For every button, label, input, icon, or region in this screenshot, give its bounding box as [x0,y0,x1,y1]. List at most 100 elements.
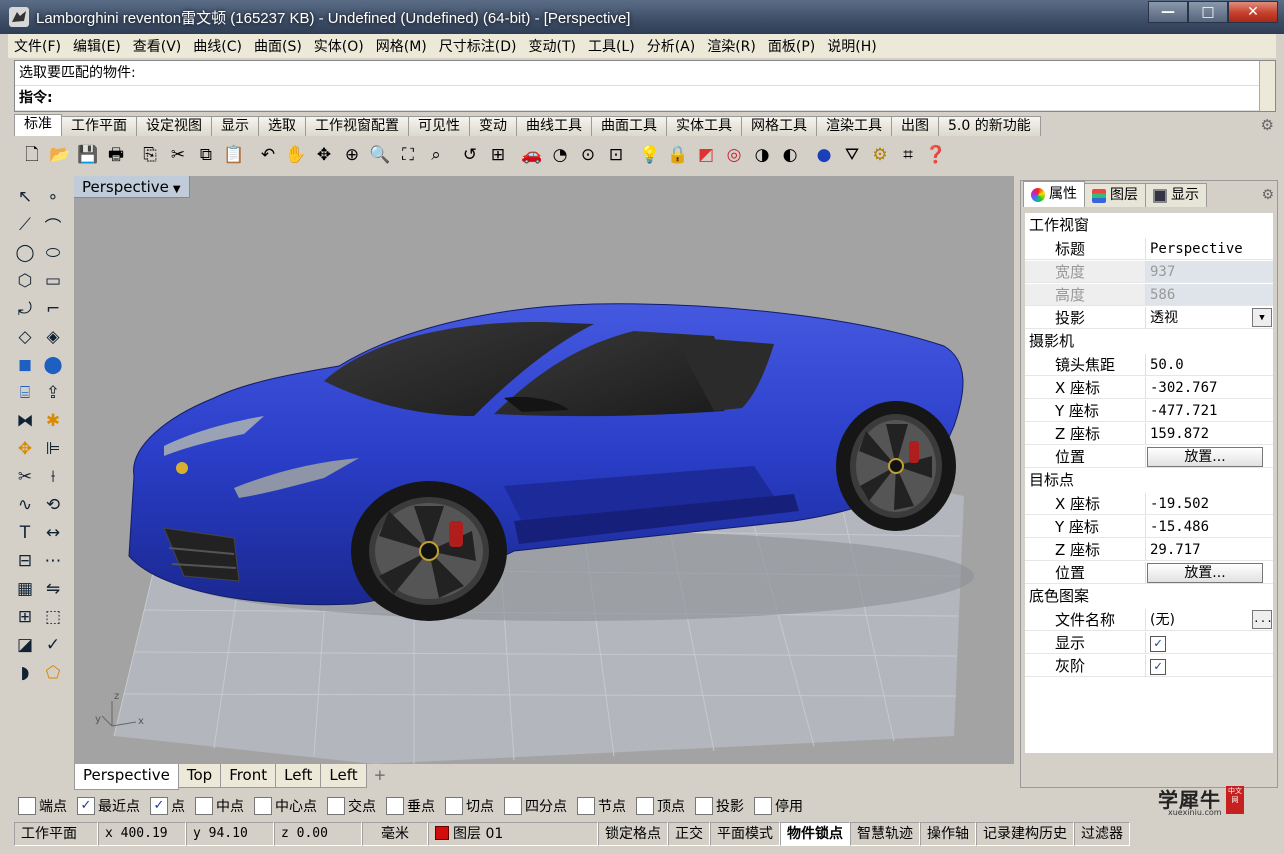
undo-view-icon[interactable]: ↺ [456,141,484,169]
status-toggle-1[interactable]: 正交 [668,822,710,846]
rebuild-icon[interactable]: ⟲ [40,492,66,518]
menu-item-2[interactable]: 查看(V) [127,36,188,56]
tab-layers[interactable]: 图层 [1084,183,1146,207]
prop-camera-y[interactable]: Y 座标 -477.721 [1025,399,1273,422]
menu-item-11[interactable]: 渲染(R) [701,36,762,56]
matrix-icon[interactable]: ⊞ [12,604,38,630]
extrude-icon[interactable]: ⇪ [40,380,66,406]
group-icon[interactable]: ⊟ [12,548,38,574]
status-toggle-6[interactable]: 记录建构历史 [976,822,1074,846]
prop-camera-x[interactable]: X 座标 -302.767 [1025,376,1273,399]
osnap-10[interactable]: 顶点 [632,796,685,816]
menu-item-13[interactable]: 说明(H) [821,36,882,56]
osnap-7[interactable]: 切点 [441,796,494,816]
new-icon[interactable]: 🗋 [18,141,46,169]
status-layer[interactable]: 图层 01 [428,822,598,846]
menu-item-4[interactable]: 曲面(S) [248,36,308,56]
maximize-button[interactable]: □ [1188,1,1228,23]
osnap-4[interactable]: 中心点 [250,796,317,816]
osnap-checkbox-11[interactable] [695,797,713,815]
boolean-icon[interactable]: ⧓ [12,408,38,434]
sphere-icon[interactable]: ● [810,141,838,169]
toolbar-tab-9[interactable]: 曲面工具 [591,116,667,136]
panel-options-gear-icon[interactable]: ⚙ [1261,187,1274,203]
osnap-6[interactable]: 垂点 [382,796,435,816]
prop-title-value[interactable]: Perspective [1146,238,1273,260]
pan-icon[interactable]: ✋ [282,141,310,169]
polygon-icon[interactable]: ⬡ [12,268,38,294]
status-toggle-0[interactable]: 锁定格点 [598,822,668,846]
cut-icon[interactable]: ✂ [164,141,192,169]
toolbar-tab-12[interactable]: 渲染工具 [816,116,892,136]
osnap-5[interactable]: 交点 [323,796,376,816]
circle-icon[interactable]: ◯ [12,240,38,266]
status-toggle-3[interactable]: 物件锁点 [780,822,850,846]
prop-target-z[interactable]: Z 座标 29.717 [1025,538,1273,561]
undo-icon[interactable]: ↶ [254,141,282,169]
menu-item-5[interactable]: 实体(O) [308,36,370,56]
analysis-icon[interactable]: ◪ [12,632,38,658]
cylinder-icon[interactable]: ⌸ [12,380,38,406]
text-icon[interactable]: T [12,520,38,546]
color-wheel-icon[interactable]: ◎ [720,141,748,169]
viewport-tab-4[interactable]: Left [320,764,367,788]
camera-place-button[interactable]: 放置... [1147,447,1263,467]
render-tools-icon[interactable]: ◗ [12,660,38,686]
lock-icon[interactable]: 🔒 [664,141,692,169]
prop-show[interactable]: 显示 ✓ [1025,631,1273,654]
explode-icon[interactable]: ✱ [40,408,66,434]
prop-lens[interactable]: 镜头焦距 50.0 [1025,353,1273,376]
toolbar-tab-7[interactable]: 变动 [469,116,517,136]
prop-camera-x-value[interactable]: -302.767 [1146,377,1273,399]
toolbar-tab-3[interactable]: 显示 [211,116,259,136]
surface-corner-icon[interactable]: ◇ [12,324,38,350]
menu-item-7[interactable]: 尺寸标注(D) [433,36,523,56]
add-viewport-tab[interactable]: + [366,764,395,788]
move-icon[interactable]: ✥ [12,436,38,462]
osnap-checkbox-7[interactable] [445,797,463,815]
prop-projection-select[interactable]: 透视 ▼ [1146,307,1273,329]
browse-file-button[interactable]: ... [1252,610,1273,629]
options-gear-icon[interactable]: ⚙ [866,141,894,169]
osnap-icon[interactable]: ⊡ [602,141,630,169]
menu-item-10[interactable]: 分析(A) [641,36,702,56]
render-preview-icon[interactable]: ◔ [546,141,574,169]
rectangle-icon[interactable]: ▭ [40,268,66,294]
osnap-checkbox-1[interactable]: ✓ [77,797,95,815]
light-icon[interactable]: 💡 [636,141,664,169]
osnap-checkbox-2[interactable]: ✓ [150,797,168,815]
sphere-solid-icon[interactable]: ⬤ [40,352,66,378]
open-icon[interactable]: 📂 [46,141,74,169]
prop-camera-z-value[interactable]: 159.872 [1146,423,1273,445]
menu-item-8[interactable]: 变动(T) [522,36,581,56]
tab-properties[interactable]: 属性 [1023,181,1085,207]
fillet-curve-icon[interactable]: ⌐ [40,296,66,322]
paint-icon[interactable]: ⬠ [40,660,66,686]
prop-lens-value[interactable]: 50.0 [1146,354,1273,376]
prop-target-y-value[interactable]: -15.486 [1146,516,1273,538]
command-prompt-row[interactable]: 指令: [15,86,1275,111]
prop-grayscale[interactable]: 灰阶 ✓ [1025,654,1273,677]
car-icon[interactable]: 🚗 [518,141,546,169]
prop-camera-z[interactable]: Z 座标 159.872 [1025,422,1273,445]
osnap-checkbox-0[interactable] [18,797,36,815]
print-icon[interactable]: 🖶 [102,141,130,169]
osnap-3[interactable]: 中点 [191,796,244,816]
menu-item-3[interactable]: 曲线(C) [187,36,248,56]
blend-icon[interactable]: ∿ [12,492,38,518]
shade-icon[interactable]: ◑ [748,141,776,169]
surface-edge-icon[interactable]: ◈ [40,324,66,350]
paste-icon[interactable]: 📋 [220,141,248,169]
cage-icon[interactable]: ⬚ [40,604,66,630]
viewport-tab-0[interactable]: Perspective [74,764,179,790]
zoom-selected-icon[interactable]: ⌕ [422,141,450,169]
toolbar-tab-1[interactable]: 工作平面 [61,116,137,136]
osnap-checkbox-12[interactable] [754,797,772,815]
show-checkbox[interactable]: ✓ [1150,636,1166,652]
viewport-tab-1[interactable]: Top [177,764,222,788]
osnap-9[interactable]: 节点 [573,796,626,816]
status-toggle-5[interactable]: 操作轴 [920,822,976,846]
select-arrow-icon[interactable]: ↖ [12,184,38,210]
osnap-checkbox-6[interactable] [386,797,404,815]
osnap-checkbox-10[interactable] [636,797,654,815]
